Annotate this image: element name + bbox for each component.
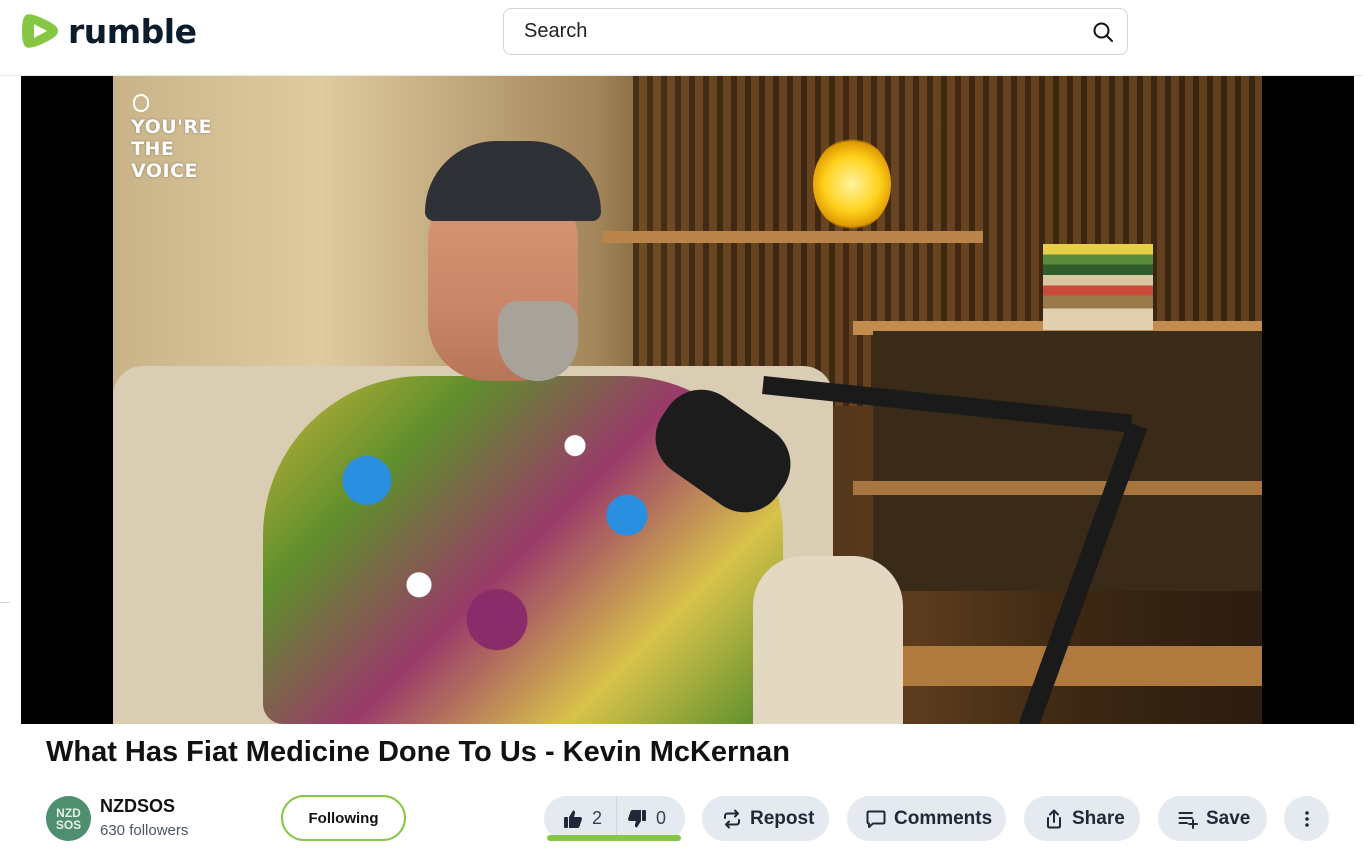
following-button[interactable]: Following: [281, 795, 406, 841]
background-shelf: [603, 231, 983, 243]
share-button[interactable]: Share: [1024, 796, 1140, 841]
video-player[interactable]: YOU'RE THE VOICE: [21, 76, 1354, 724]
repost-button[interactable]: Repost: [702, 796, 829, 841]
comments-label: Comments: [894, 807, 993, 829]
thumbs-down-icon: [628, 809, 646, 827]
sidebar-edge-divider: [0, 602, 10, 603]
dislike-count: 0: [656, 808, 667, 828]
follower-count: 630 followers: [100, 822, 189, 839]
channel-avatar[interactable]: NZD SOS: [46, 796, 91, 841]
rating-bar: [547, 835, 681, 841]
search-input[interactable]: [504, 9, 1084, 54]
save-button[interactable]: Save: [1158, 796, 1267, 841]
more-vertical-icon: [1304, 810, 1309, 827]
background-shelf: [853, 481, 1262, 495]
rumble-logo[interactable]: rumble: [20, 10, 197, 52]
video-title: What Has Fiat Medicine Done To Us - Kevi…: [46, 736, 790, 768]
neon-sign: [813, 138, 891, 230]
avatar-text: SOS: [55, 817, 82, 832]
rumble-play-icon: [22, 14, 58, 48]
channel-name[interactable]: NZDSOS: [100, 796, 175, 817]
repost-label: Repost: [750, 807, 815, 829]
repost-icon: [724, 809, 740, 828]
save-label: Save: [1206, 807, 1251, 829]
avatar-text: NZD: [56, 805, 81, 820]
video-watermark: YOU'RE THE VOICE: [131, 116, 213, 182]
search-bar: [503, 8, 1128, 55]
speaker-beard: [498, 301, 578, 381]
comment-icon: [866, 810, 886, 828]
logo-wordmark: rumble: [68, 11, 197, 51]
search-icon[interactable]: [1091, 20, 1115, 44]
video-frame: YOU'RE THE VOICE: [113, 76, 1262, 724]
watermark-badge-icon: [133, 94, 149, 112]
book-stack: [1043, 244, 1153, 330]
speaker-cap: [425, 141, 601, 221]
like-count: 2: [592, 808, 603, 828]
comments-button[interactable]: Comments: [847, 796, 1006, 841]
sofa-arm: [753, 556, 903, 724]
background-cabinet: [873, 331, 1262, 591]
more-options-button[interactable]: [1284, 796, 1329, 841]
thumbs-up-icon: [564, 810, 582, 828]
share-label: Share: [1072, 807, 1125, 829]
playlist-add-icon: [1178, 811, 1198, 829]
top-header: rumble: [0, 0, 1363, 76]
share-icon: [1047, 809, 1061, 828]
